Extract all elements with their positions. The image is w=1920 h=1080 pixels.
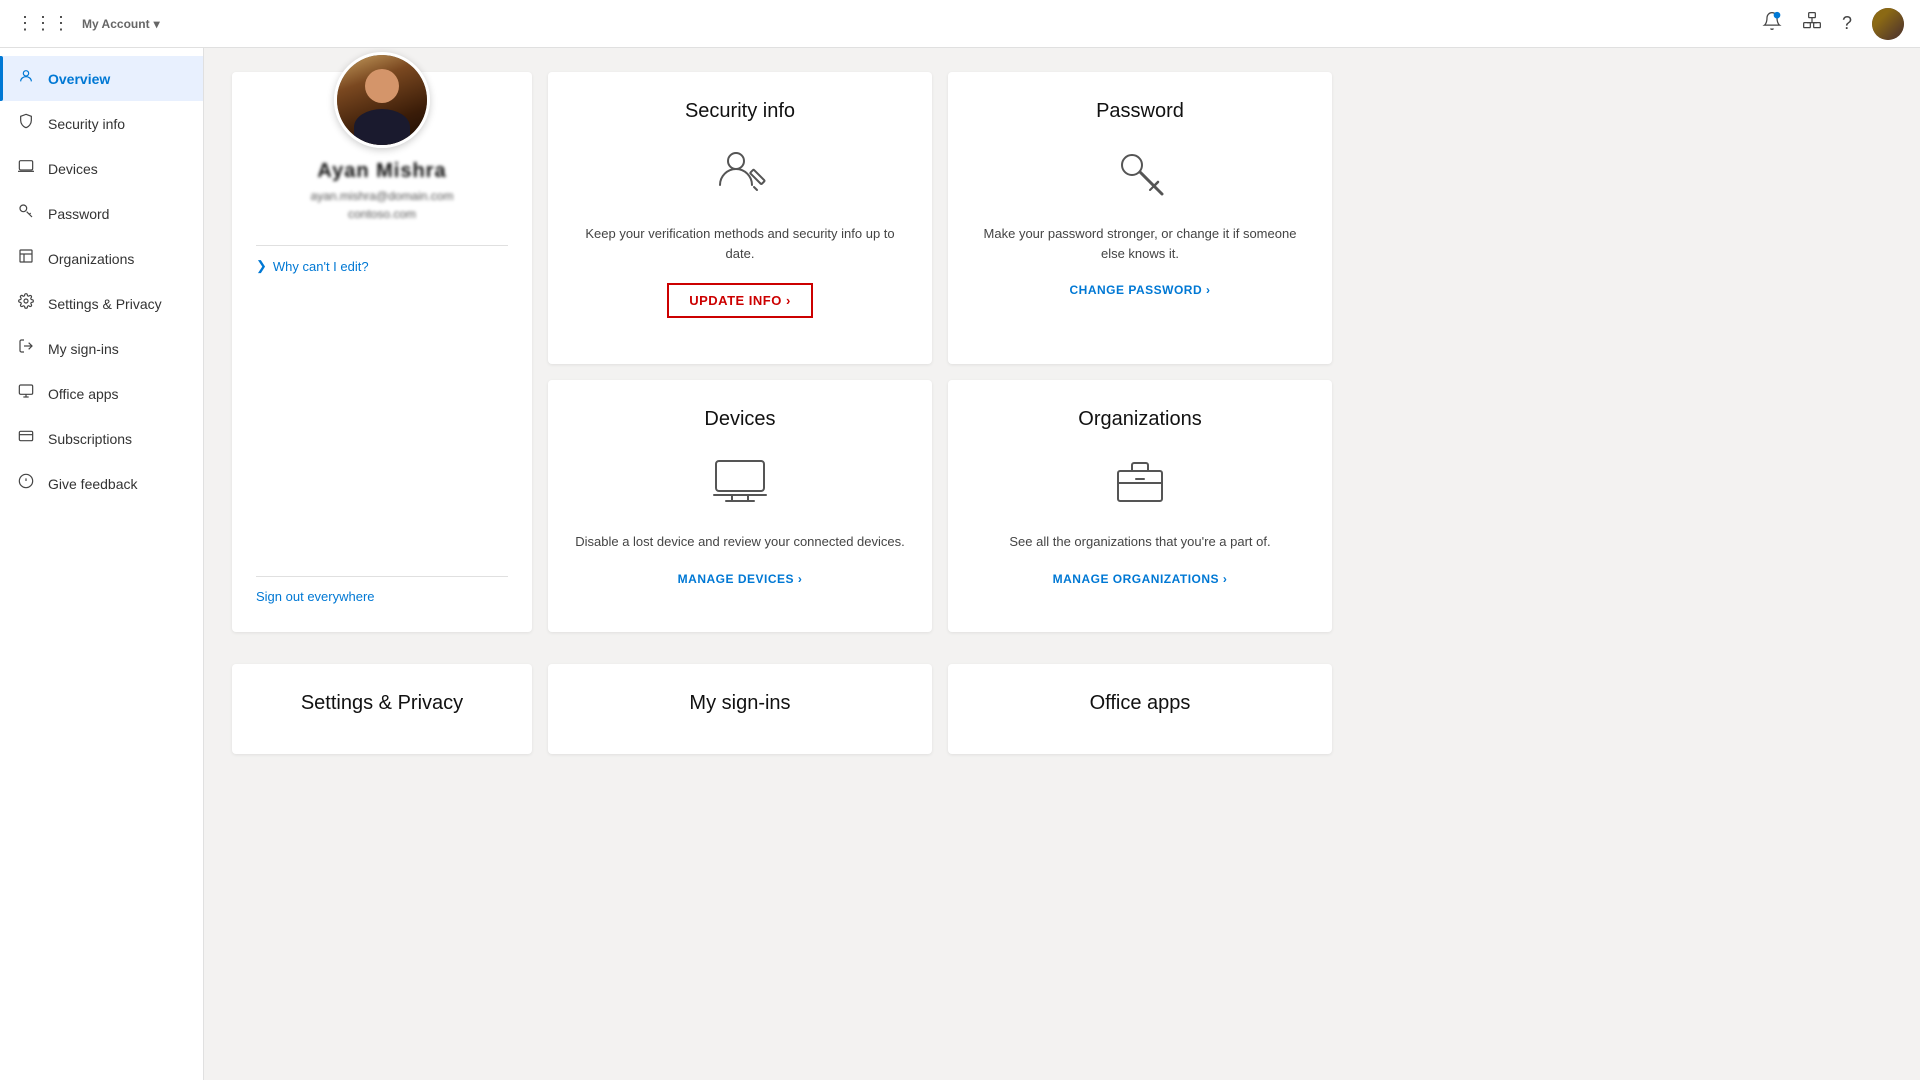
app-title[interactable]: My Account ▾ xyxy=(82,17,160,31)
sign-out-everywhere-link[interactable]: Sign out everywhere xyxy=(256,589,375,604)
sidebar-item-office-apps[interactable]: Office apps xyxy=(0,371,203,416)
help-icon[interactable]: ? xyxy=(1842,13,1852,34)
subscription-icon xyxy=(16,428,36,449)
sidebar: Overview Security info Devices xyxy=(0,48,204,1080)
profile-bottom-divider xyxy=(256,576,508,577)
sidebar-feedback-label: Give feedback xyxy=(48,476,138,492)
user-avatar[interactable] xyxy=(1872,8,1904,40)
sidebar-security-label: Security info xyxy=(48,116,125,132)
update-info-button[interactable]: UPDATE INFO › xyxy=(667,283,813,318)
laptop-icon xyxy=(16,158,36,179)
feedback-icon xyxy=(16,473,36,494)
organizations-card: Organizations See all the organizations … xyxy=(948,380,1332,632)
top-navigation: ⋮⋮⋮ My Account ▾ ? xyxy=(0,0,1920,48)
organizations-icon xyxy=(1112,451,1168,516)
devices-desc: Disable a lost device and review your co… xyxy=(575,532,905,552)
password-desc: Make your password stronger, or change i… xyxy=(972,224,1308,263)
office-icon xyxy=(16,383,36,404)
org-icon[interactable] xyxy=(1802,11,1822,36)
manage-devices-link[interactable]: MANAGE DEVICES › xyxy=(678,572,803,586)
cards-grid: Ayan Mishra ayan.mishra@domain.com conto… xyxy=(232,72,1332,648)
person-icon xyxy=(16,68,36,89)
why-cant-edit-toggle[interactable]: ❯ Why can't I edit? xyxy=(256,258,369,274)
sidebar-item-settings-privacy[interactable]: Settings & Privacy xyxy=(0,281,203,326)
building-icon xyxy=(16,248,36,269)
profile-name: Ayan Mishra xyxy=(317,160,446,183)
main-content: Ayan Mishra ayan.mishra@domain.com conto… xyxy=(204,48,1920,1080)
sidebar-item-overview[interactable]: Overview xyxy=(0,56,203,101)
password-card: Password Make your password stronger, or… xyxy=(948,72,1332,364)
sidebar-settings-label: Settings & Privacy xyxy=(48,296,162,312)
sidebar-item-password[interactable]: Password xyxy=(0,191,203,236)
organizations-title: Organizations xyxy=(1078,408,1201,431)
sidebar-item-security-info[interactable]: Security info xyxy=(0,101,203,146)
profile-domain: contoso.com xyxy=(348,207,416,221)
manage-organizations-link[interactable]: MANAGE ORGANIZATIONS › xyxy=(1053,572,1228,586)
sidebar-officeapps-label: Office apps xyxy=(48,386,119,402)
settings-privacy-partial-title: Settings & Privacy xyxy=(301,692,463,715)
notification-icon[interactable] xyxy=(1762,11,1782,36)
profile-avatar-wrap xyxy=(334,52,430,148)
profile-divider xyxy=(256,245,508,246)
sidebar-organizations-label: Organizations xyxy=(48,251,134,267)
sidebar-overview-label: Overview xyxy=(48,71,110,87)
security-info-card: Security info Keep your verification met… xyxy=(548,72,932,364)
devices-title: Devices xyxy=(704,408,775,431)
sidebar-item-devices[interactable]: Devices xyxy=(0,146,203,191)
profile-email: ayan.mishra@domain.com xyxy=(311,189,454,203)
sidebar-item-subscriptions[interactable]: Subscriptions xyxy=(0,416,203,461)
sidebar-item-organizations[interactable]: Organizations xyxy=(0,236,203,281)
password-icon xyxy=(1112,143,1168,208)
why-cant-edit-label: Why can't I edit? xyxy=(273,259,369,274)
sidebar-password-label: Password xyxy=(48,206,109,222)
sidebar-item-my-sign-ins[interactable]: My sign-ins xyxy=(0,326,203,371)
profile-card: Ayan Mishra ayan.mishra@domain.com conto… xyxy=(232,72,532,632)
waffle-icon[interactable]: ⋮⋮⋮ xyxy=(16,13,70,34)
profile-avatar xyxy=(334,52,430,148)
key-icon xyxy=(16,203,36,224)
office-apps-partial-card: Office apps xyxy=(948,664,1332,754)
sidebar-signins-label: My sign-ins xyxy=(48,341,119,357)
bottom-cards-row: Settings & Privacy My sign-ins Office ap… xyxy=(232,664,1332,754)
shield-icon xyxy=(16,113,36,134)
devices-icon xyxy=(712,451,768,516)
sidebar-subscriptions-label: Subscriptions xyxy=(48,431,132,447)
chevron-down-icon: ▾ xyxy=(154,17,160,31)
signin-icon xyxy=(16,338,36,359)
my-sign-ins-partial-title: My sign-ins xyxy=(689,692,790,715)
security-info-title: Security info xyxy=(685,100,795,123)
app-title-text: My Account xyxy=(82,17,150,31)
sidebar-devices-label: Devices xyxy=(48,161,98,177)
settings-icon xyxy=(16,293,36,314)
devices-card: Devices Disable a lost device and review… xyxy=(548,380,932,632)
security-info-desc: Keep your verification methods and secur… xyxy=(572,224,908,263)
change-password-link[interactable]: CHANGE PASSWORD › xyxy=(1070,283,1211,297)
chevron-right-icon: ❯ xyxy=(256,258,267,274)
organizations-desc: See all the organizations that you're a … xyxy=(1009,532,1270,552)
sidebar-item-give-feedback[interactable]: Give feedback xyxy=(0,461,203,506)
office-apps-partial-title: Office apps xyxy=(1090,692,1191,715)
settings-privacy-partial-card: Settings & Privacy xyxy=(232,664,532,754)
password-title: Password xyxy=(1096,100,1184,123)
security-info-icon xyxy=(712,143,768,208)
my-sign-ins-partial-card: My sign-ins xyxy=(548,664,932,754)
